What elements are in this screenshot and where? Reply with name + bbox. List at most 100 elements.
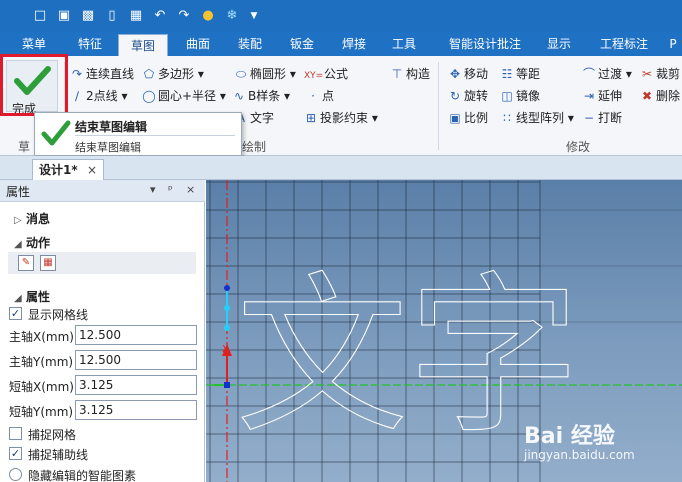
document-tab-label: 设计1* [39,163,78,177]
tooltip-divider [75,135,235,136]
sketch-canvas[interactable]: X 文字 Bai 经验 jingyan.baidu.com [206,180,682,482]
point-icon: · [311,89,315,103]
tab-menu[interactable]: 菜单 [10,32,58,56]
segment-point [224,285,230,291]
new-file-icon[interactable]: □ [30,6,50,26]
tab-welding[interactable]: 焊接 [330,32,378,56]
major-y-label: 主轴Y(mm) [9,355,74,369]
projection-icon: ⊞ [305,111,317,125]
scissors-icon: ✂ [641,67,653,81]
section-message[interactable]: ▷ 消息 [14,210,50,227]
ribbon-separator [438,62,439,150]
b-spline-button[interactable]: ∿ B样条 ▾ [232,87,290,105]
section-property[interactable]: ◢ 属性 [14,288,50,305]
finish-tooltip: 结束草图编辑 结束草图编辑 [34,112,242,156]
draw-group-label: 绘制 [242,140,267,154]
minor-x-label: 短轴X(mm) [9,380,74,394]
point-button[interactable]: · 点 [306,87,334,105]
two-point-line-button[interactable]: ∕ 2点线 ▾ [70,87,128,105]
property-panel: 属性 ▾ ᵖ × ▷ 消息 ◢ 动作 ✎ ▦ ◢ 属性 ✓ 显示网格线 主轴X(mm)… [0,180,205,482]
dropdown-arrow-icon[interactable]: ▼ [244,6,264,26]
axis-label-x: X [222,344,229,355]
tab-tools[interactable]: 工具 [382,32,426,56]
origin-point [224,382,230,388]
panel-header: 属性 ▾ ᵖ × [0,180,205,202]
tooltip-title: 结束草图编辑 [75,120,148,134]
major-x-input[interactable]: 12.500 [75,325,197,345]
formula-button[interactable]: XY=公式 [304,65,348,83]
continuous-line-icon: ↷ [71,67,83,81]
expand-arrow-icon: ◢ [14,239,22,250]
linear-array-icon: ∷ [503,111,511,125]
rotate-button[interactable]: ↻ 旋转 [448,87,488,105]
extend-button[interactable]: ⇥ 延伸 [582,87,622,105]
save-icon[interactable]: ▦ [126,6,146,26]
polygon-button[interactable]: ⬠ 多边形 ▾ [142,65,204,83]
highlight-box [0,54,68,116]
break-icon: − [583,111,595,125]
show-grid-checkbox[interactable]: ✓ [9,307,22,320]
tab-more[interactable]: P [664,32,682,56]
tab-sheet-metal[interactable]: 钣金 [278,32,326,56]
open-folder-icon[interactable]: ▯ [102,6,122,26]
trim-button[interactable]: ✂ 裁剪 [640,65,680,83]
document-tab-strip: 设计1* × [0,156,682,180]
linear-array-button[interactable]: ∷ 线型阵列 ▾ [500,109,574,127]
close-tab-icon[interactable]: × [87,160,97,180]
panel-title: 属性 [6,185,31,199]
edit-action-icon[interactable]: ✎ [18,255,34,271]
pin-icon[interactable]: ᵖ [168,183,173,196]
ellipse-button[interactable]: ⬭ 椭圆形 ▾ [234,65,296,83]
scale-button[interactable]: ▣ 比例 [448,109,488,127]
mirror-icon: ◫ [501,89,513,103]
projection-constraint-button[interactable]: ⊞ 投影约束 ▾ [304,109,378,127]
save-as-icon[interactable]: ▩ [78,6,98,26]
light-bulb-icon[interactable]: ● [198,6,218,26]
move-button[interactable]: ✥ 移动 [448,65,488,83]
section-action[interactable]: ◢ 动作 [14,234,50,251]
close-file-icon[interactable]: ▣ [54,6,74,26]
tab-assembly[interactable]: 装配 [226,32,274,56]
document-tab[interactable]: 设计1* × [32,159,104,180]
major-y-input[interactable]: 12.500 [75,350,197,370]
extend-icon: ⇥ [583,89,595,103]
minor-x-input[interactable]: 3.125 [75,375,197,395]
quick-access-toolbar: □ ▣ ▩ ▯ ▦ ↶ ↷ ● ❄ ▼ [0,0,682,32]
snap-aux-checkbox[interactable]: ✓ [9,447,22,460]
minor-y-input[interactable]: 3.125 [75,400,197,420]
tab-surface[interactable]: 曲面 [174,32,222,56]
offset-button[interactable]: ☷ 等距 [500,65,540,83]
delete-button[interactable]: ✖ 删除 [640,87,680,105]
hide-smart-label: 隐藏编辑的智能图素 [28,469,137,482]
tab-engineering-annotation[interactable]: 工程标注 [592,32,656,56]
snowflake-icon[interactable]: ❄ [222,6,242,26]
panel-dropdown-icon[interactable]: ▾ [150,183,156,196]
checkmark-icon [41,120,71,146]
break-button[interactable]: − 打断 [582,109,622,127]
undo-icon[interactable]: ↶ [150,6,170,26]
close-panel-icon[interactable]: × [186,183,195,196]
delete-icon: ✖ [641,89,653,103]
circle-icon: ◯ [142,89,156,103]
tab-display[interactable]: 显示 [538,32,580,56]
continuous-line-button[interactable]: ↷ 连续直线 [70,65,134,83]
ellipse-icon: ⬭ [235,67,247,81]
tab-sketch[interactable]: 草图 [118,34,168,56]
center-radius-button[interactable]: ◯ 圆心+半径 ▾ [142,87,226,105]
tab-smart-annotation[interactable]: 智能设计批注 [438,32,532,56]
construct-button[interactable]: ⊤ 构造 [390,65,430,83]
offset-icon: ☷ [501,67,513,81]
snap-grid-checkbox[interactable] [9,427,22,440]
minor-y-label: 短轴Y(mm) [9,405,74,419]
redo-icon[interactable]: ↷ [174,6,194,26]
line-icon: ∕ [74,89,80,103]
snap-grid-label: 捕捉网格 [28,428,77,442]
tab-feature[interactable]: 特征 [66,32,114,56]
calendar-action-icon[interactable]: ▦ [40,255,56,271]
watermark-text: Bai 经验 [524,424,615,449]
rotate-icon: ↻ [449,89,461,103]
hide-smart-radio[interactable] [9,468,22,481]
sketch-group-label: 草 [18,140,31,154]
fillet-button[interactable]: ⌒ 过渡 ▾ [582,65,632,83]
mirror-button[interactable]: ◫ 镜像 [500,87,540,105]
